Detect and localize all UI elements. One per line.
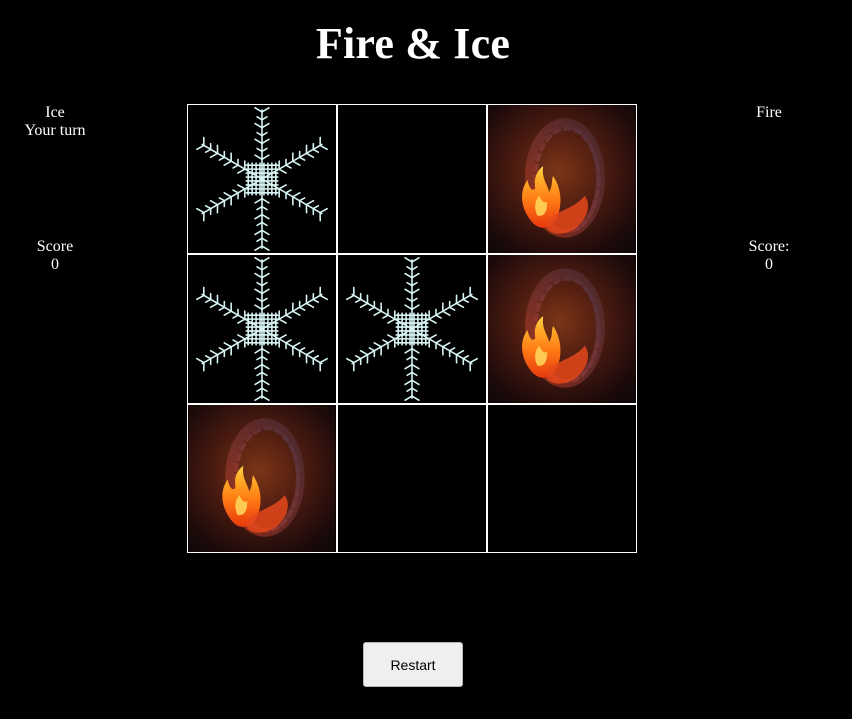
board-cell-r3c2[interactable] [337, 404, 487, 553]
fire-turn-status [714, 122, 824, 140]
restart-button[interactable]: Restart [363, 642, 463, 687]
ice-score: Score 0 [0, 238, 110, 274]
board-cell-r1c1[interactable] [187, 104, 337, 254]
game-board [187, 104, 637, 553]
turn-indicator: Your turn [24, 122, 86, 139]
board-cell-r1c2[interactable] [337, 104, 487, 254]
board-cell-r2c3[interactable] [487, 254, 637, 404]
board-cell-r2c1[interactable] [187, 254, 337, 404]
fire-player-name: Fire [756, 104, 782, 121]
board-cell-r3c1[interactable] [187, 404, 337, 553]
ice-score-label: Score [36, 238, 74, 255]
ice-player-name: Ice [45, 104, 65, 121]
ice-score-value: 0 [51, 256, 59, 273]
ice-player-panel: Ice Your turn Score 0 [0, 104, 110, 274]
fire-score-value: 0 [765, 256, 773, 273]
fire-score: Score: 0 [714, 238, 824, 274]
game-title: Fire & Ice [315, 19, 511, 68]
board-cell-r1c3[interactable] [487, 104, 637, 254]
fire-player-panel: Fire Score: 0 [714, 104, 824, 274]
board-cell-r3c3[interactable] [487, 404, 637, 553]
board-cell-r2c2[interactable] [337, 254, 487, 404]
fire-score-label: Score: [748, 238, 790, 255]
